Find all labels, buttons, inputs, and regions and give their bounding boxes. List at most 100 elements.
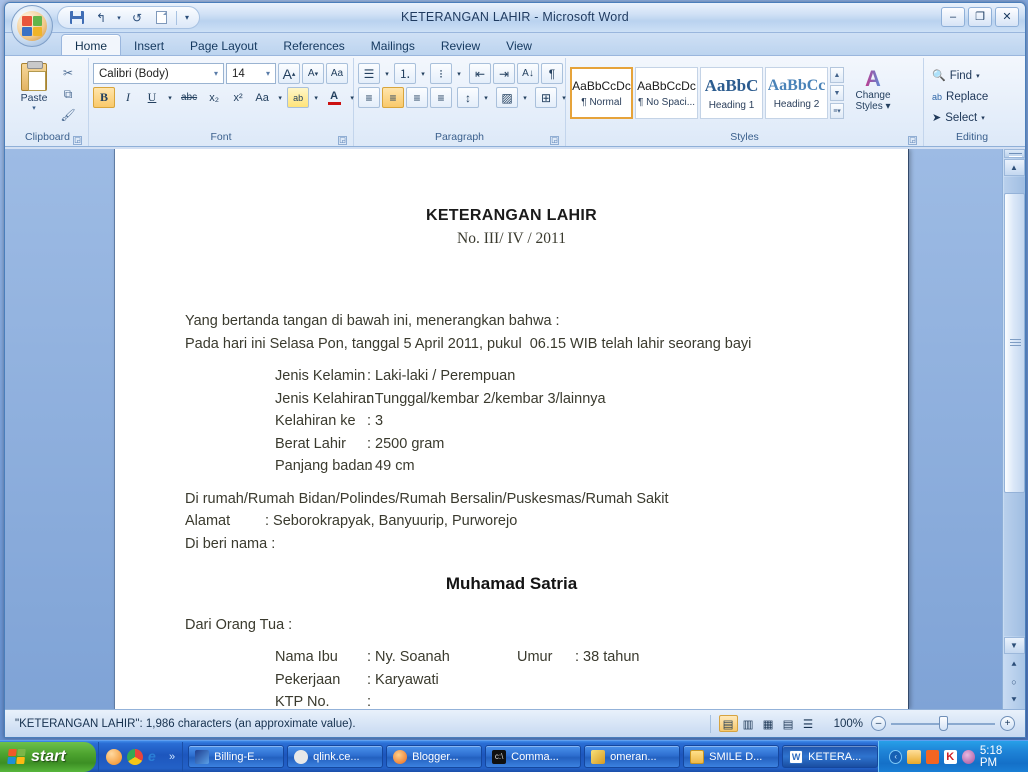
style-heading-2[interactable]: AaBbCc Heading 2	[765, 67, 828, 119]
change-case-dropdown-icon[interactable]: ▾	[275, 87, 285, 108]
subscript-icon[interactable]: x₂	[203, 87, 225, 108]
borders-icon[interactable]: ⊞	[535, 87, 557, 108]
zoom-handle[interactable]	[939, 715, 948, 731]
close-button[interactable]: ✕	[995, 7, 1019, 27]
paste-button[interactable]: Paste ▾	[11, 61, 57, 112]
style-no-spacing[interactable]: AaBbCcDc ¶ No Spaci...	[635, 67, 698, 119]
text-highlight-icon[interactable]: ab	[287, 87, 310, 108]
align-center-icon[interactable]: ≡	[382, 87, 404, 108]
redo-icon[interactable]: ↺	[126, 8, 148, 27]
sort-icon[interactable]: A↓	[517, 63, 539, 84]
new-document-icon[interactable]	[150, 8, 172, 27]
show-formatting-marks-icon[interactable]: ¶	[541, 63, 563, 84]
grow-font-icon[interactable]: A ▴	[278, 63, 300, 84]
scroll-up-button[interactable]: ▲	[1003, 159, 1025, 176]
mail-icon[interactable]	[907, 749, 921, 764]
tab-insert[interactable]: Insert	[121, 34, 177, 55]
show-desktop-icon[interactable]	[106, 748, 122, 765]
select-button[interactable]: ➤ Select ▾	[928, 107, 989, 128]
tab-review[interactable]: Review	[428, 34, 493, 55]
taskbar-item-smile-folder[interactable]: SMILE D...	[683, 745, 780, 768]
select-browse-object-button[interactable]: ○	[1004, 673, 1025, 691]
highlight-dropdown-icon[interactable]: ▾	[311, 87, 321, 108]
increase-indent-icon[interactable]: ⇥	[493, 63, 515, 84]
change-styles-button[interactable]: A Change Styles ▾	[844, 67, 902, 113]
clear-formatting-icon[interactable]: Aa	[326, 63, 348, 84]
chevron-down-icon[interactable]: ▾	[263, 69, 273, 78]
document-page[interactable]: KETERANGAN LAHIR No. III/ IV / 2011 Yang…	[114, 149, 909, 709]
internet-explorer-icon[interactable]: e	[148, 749, 164, 765]
undo-dropdown-icon[interactable]: ▾	[114, 8, 124, 27]
zoom-in-button[interactable]: +	[1000, 716, 1015, 731]
taskbar-item-omeran[interactable]: omeran...	[584, 745, 681, 768]
taskbar-item-billing[interactable]: Billing-E...	[188, 745, 285, 768]
print-layout-view-icon[interactable]: ▤	[718, 715, 738, 732]
save-icon[interactable]	[66, 8, 88, 27]
zoom-out-button[interactable]: –	[871, 716, 886, 731]
justify-icon[interactable]: ≡	[430, 87, 452, 108]
style-normal[interactable]: AaBbCcDc ¶ Normal	[570, 67, 633, 119]
shading-dropdown-icon[interactable]: ▾	[520, 87, 530, 108]
change-case-icon[interactable]: Aa	[251, 87, 273, 108]
align-left-icon[interactable]: ≡	[358, 87, 380, 108]
bullets-icon[interactable]: ☰	[358, 63, 380, 84]
next-page-button[interactable]: ⯆	[1004, 691, 1025, 709]
line-spacing-dropdown-icon[interactable]: ▾	[481, 87, 491, 108]
start-button[interactable]: start	[0, 741, 96, 772]
bullets-dropdown-icon[interactable]: ▾	[382, 63, 392, 84]
line-spacing-icon[interactable]: ↕	[457, 87, 479, 108]
messenger-icon[interactable]	[961, 749, 975, 764]
replace-button[interactable]: ab Replace	[928, 86, 992, 107]
bold-icon[interactable]: B	[93, 87, 115, 108]
zoom-level[interactable]: 100%	[826, 718, 871, 730]
chrome-icon[interactable]	[127, 748, 143, 765]
document-canvas[interactable]: KETERANGAN LAHIR No. III/ IV / 2011 Yang…	[5, 149, 1025, 709]
style-heading-1[interactable]: AaBbC Heading 1	[700, 67, 763, 119]
copy-icon[interactable]: ⧉	[57, 84, 79, 104]
multilevel-dropdown-icon[interactable]: ▾	[454, 63, 464, 84]
font-name-combo[interactable]: Calibri (Body) ▾	[93, 63, 224, 84]
customize-quick-access-icon[interactable]: ▾	[181, 8, 193, 27]
previous-page-button[interactable]: ⯅	[1004, 655, 1025, 673]
taskbar-item-qlink[interactable]: qlink.ce...	[287, 745, 384, 768]
find-dropdown-icon[interactable]: ▾	[976, 72, 980, 80]
cut-icon[interactable]: ✂	[57, 63, 79, 83]
maximize-button[interactable]: ❐	[968, 7, 992, 27]
italic-icon[interactable]: I	[117, 87, 139, 108]
undo-icon[interactable]: ↰	[90, 8, 112, 27]
numbering-dropdown-icon[interactable]: ▾	[418, 63, 428, 84]
tray-expand-icon[interactable]: ‹	[889, 749, 903, 764]
superscript-icon[interactable]: x²	[227, 87, 249, 108]
scroll-down-button[interactable]: ▼	[1003, 637, 1025, 654]
norton-icon[interactable]	[925, 749, 939, 764]
tab-home[interactable]: Home	[61, 34, 122, 55]
zoom-track[interactable]	[891, 715, 995, 731]
decrease-indent-icon[interactable]: ⇤	[469, 63, 491, 84]
outline-view-icon[interactable]: ▤	[779, 715, 798, 732]
shading-icon[interactable]: ▨	[496, 87, 518, 108]
styles-dialog-launcher[interactable]: ◲	[908, 136, 917, 145]
taskbar-item-keterangan-word[interactable]: W KETERA...	[782, 745, 879, 768]
font-color-icon[interactable]: A	[323, 87, 345, 108]
minimize-button[interactable]: –	[941, 7, 965, 27]
clipboard-dialog-launcher[interactable]: ◲	[73, 136, 82, 145]
numbering-icon[interactable]: ⒈	[394, 63, 416, 84]
taskbar-item-command-prompt[interactable]: c:\ Comma...	[485, 745, 582, 768]
paragraph-dialog-launcher[interactable]: ◲	[550, 136, 559, 145]
quick-launch-more-icon[interactable]: »	[169, 751, 175, 763]
vertical-scrollbar[interactable]: ▲ ▼ ⯅ ○ ⯆	[1002, 149, 1025, 709]
styles-scroll-down-icon[interactable]: ▼	[830, 85, 844, 101]
styles-more-icon[interactable]: ≡▾	[830, 103, 844, 119]
shrink-font-icon[interactable]: A ▾	[302, 63, 324, 84]
taskbar-item-blogger[interactable]: Blogger...	[386, 745, 483, 768]
system-clock[interactable]: 5:18 PM	[980, 745, 1020, 769]
web-layout-view-icon[interactable]: ▦	[759, 715, 778, 732]
find-button[interactable]: 🔍 Find ▾	[928, 65, 984, 86]
tab-references[interactable]: References	[270, 34, 357, 55]
select-dropdown-icon[interactable]: ▾	[981, 114, 985, 122]
chevron-down-icon[interactable]: ▾	[211, 69, 221, 78]
styles-scroll-up-icon[interactable]: ▲	[830, 67, 844, 83]
format-painter-icon[interactable]: 🖌	[57, 105, 79, 125]
zoom-slider[interactable]: – +	[871, 715, 1025, 731]
align-right-icon[interactable]: ≡	[406, 87, 428, 108]
